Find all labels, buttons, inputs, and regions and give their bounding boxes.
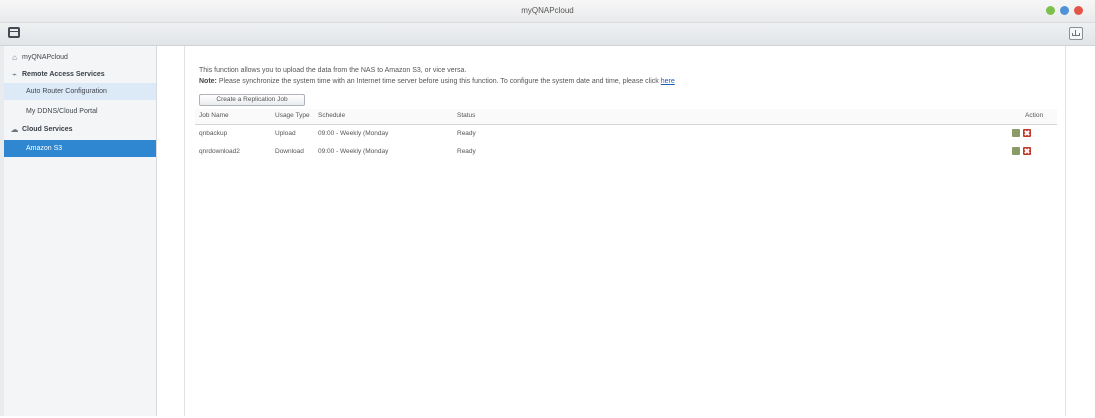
column-usage-type[interactable]: Usage Type xyxy=(275,112,310,119)
column-action: Action xyxy=(1025,112,1044,119)
sidebar-item-label: Auto Router Configuration xyxy=(26,88,107,95)
edit-icon[interactable] xyxy=(1012,147,1020,155)
edit-icon[interactable] xyxy=(1012,129,1020,137)
toolbar xyxy=(0,23,1095,46)
sidebar-item-auto-router-configuration[interactable]: Auto Router Configuration xyxy=(4,83,156,100)
column-schedule[interactable]: Schedule xyxy=(318,112,345,119)
jobs-table: Job Name Usage Type Schedule Status Acti… xyxy=(195,109,1057,161)
job-name: qnbackup xyxy=(199,130,228,137)
sidebar-item-label: Cloud Services xyxy=(22,126,73,133)
sidebar-item-remote-access-services[interactable]: ⌁ Remote Access Services xyxy=(4,66,156,83)
sidebar-item-cloud-services[interactable]: ☁ Cloud Services xyxy=(4,121,156,138)
schedule: 09:00 - Weekly (Monday xyxy=(318,148,389,155)
home-icon: ⌂ xyxy=(12,53,17,62)
sidebar-item-myqnapcloud[interactable]: ⌂ myQNAPcloud xyxy=(4,49,156,66)
column-job-name[interactable]: Job Name xyxy=(199,112,229,119)
job-name: qnrdownload2 xyxy=(199,148,240,155)
note-label: Note: xyxy=(199,78,217,85)
schedule: 09:00 - Weekly (Monday xyxy=(318,130,389,137)
title-bar: myQNAPcloud xyxy=(0,0,1095,23)
cloud-icon: ☁ xyxy=(10,125,19,134)
sidebar-item-label: Amazon S3 xyxy=(26,145,63,152)
delete-icon[interactable] xyxy=(1023,129,1031,137)
table-row[interactable]: qnrdownload2 Download 09:00 - Weekly (Mo… xyxy=(195,143,1057,161)
table-row[interactable]: qnbackup Upload 09:00 - Weekly (Monday R… xyxy=(195,125,1057,143)
window-title: myQNAPcloud xyxy=(521,6,574,15)
description-text: This function allows you to upload the d… xyxy=(199,67,467,74)
main-content: This function allows you to upload the d… xyxy=(184,46,1066,416)
sidebar-item-my-ddns-cloud-portal[interactable]: My DDNS/Cloud Portal xyxy=(4,103,156,120)
close-button[interactable] xyxy=(1074,6,1083,15)
usage-type: Download xyxy=(275,148,304,155)
note-body: Please synchronize the system time with … xyxy=(218,78,659,85)
note-link[interactable]: here xyxy=(661,78,675,85)
sidebar: ⌂ myQNAPcloud ⌁ Remote Access Services A… xyxy=(4,46,157,416)
export-icon[interactable] xyxy=(1069,27,1083,40)
note-text: Note: Please synchronize the system time… xyxy=(199,78,675,85)
column-status[interactable]: Status xyxy=(457,112,475,119)
status: Ready xyxy=(457,130,476,137)
maximize-button[interactable] xyxy=(1060,6,1069,15)
app-window-icon xyxy=(8,27,20,38)
create-replication-job-button[interactable]: Create a Replication Job xyxy=(199,94,305,106)
sidebar-item-label: myQNAPcloud xyxy=(22,54,68,61)
usage-type: Upload xyxy=(275,130,296,137)
sidebar-item-label: Remote Access Services xyxy=(22,71,105,78)
remote-icon: ⌁ xyxy=(12,70,17,79)
sidebar-item-label: My DDNS/Cloud Portal xyxy=(26,108,98,115)
table-header: Job Name Usage Type Schedule Status Acti… xyxy=(195,109,1057,125)
delete-icon[interactable] xyxy=(1023,147,1031,155)
sidebar-item-amazon-s3[interactable]: Amazon S3 xyxy=(4,140,156,157)
minimize-button[interactable] xyxy=(1046,6,1055,15)
status: Ready xyxy=(457,148,476,155)
